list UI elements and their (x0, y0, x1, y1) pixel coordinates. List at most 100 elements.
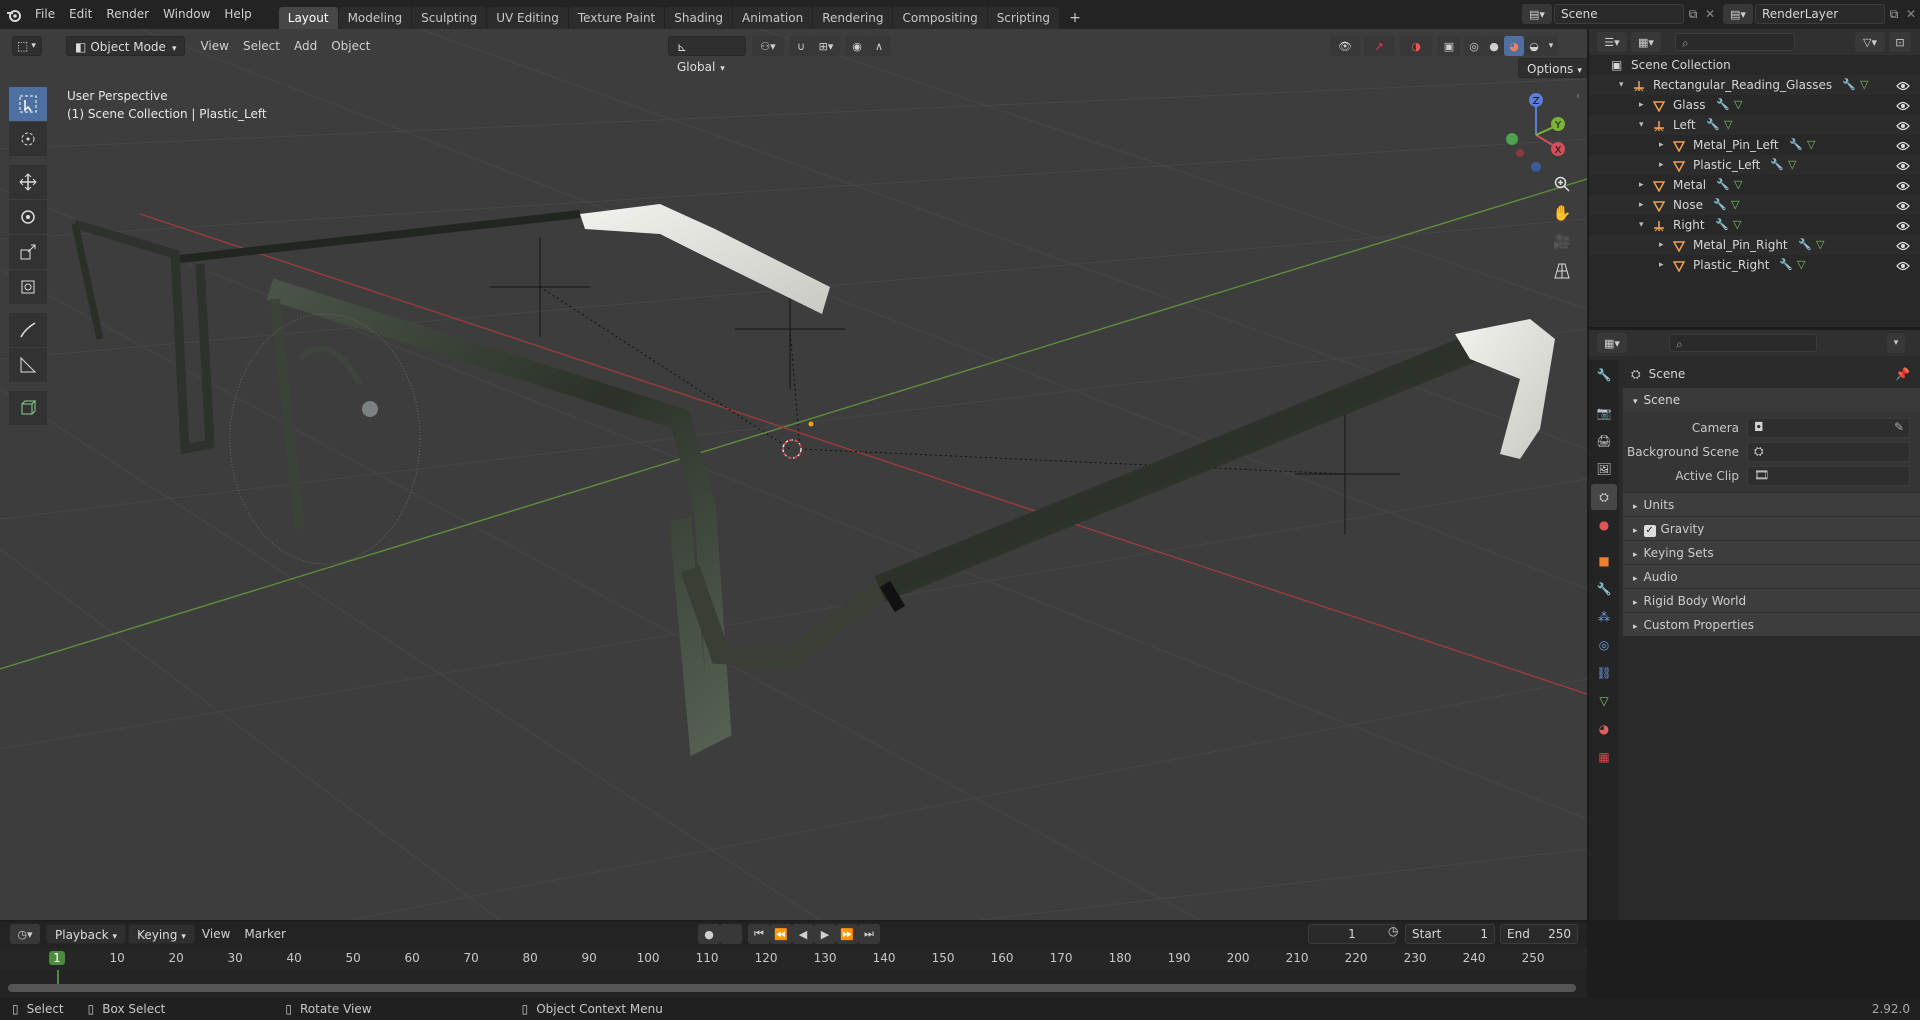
play-reverse-icon[interactable]: ◀ (792, 924, 814, 944)
transform-tool[interactable] (9, 270, 47, 304)
mesh-data-icon[interactable]: ▽ (1724, 115, 1732, 135)
tab-scripting[interactable]: Scripting (987, 7, 1060, 29)
tab-modeling[interactable]: Modeling (338, 7, 412, 29)
expand-arrow-icon[interactable]: ▸ (1659, 255, 1664, 275)
annotate-tool[interactable] (9, 313, 47, 347)
pan-hand-icon[interactable]: ✋ (1549, 200, 1575, 226)
display-mode-icon[interactable]: ▦▾ (1631, 32, 1661, 52)
shading-rendered-icon[interactable]: ◒ (1524, 36, 1544, 56)
modifier-wrench-icon[interactable]: 🔧 (1798, 235, 1812, 255)
mesh-data-icon[interactable]: ▽ (1797, 255, 1805, 275)
active-clip-field[interactable]: 🎞 (1747, 466, 1910, 486)
background-scene-field[interactable]: ⛭ (1747, 442, 1910, 462)
proportional-edit-icon[interactable]: ◉ (846, 36, 868, 56)
gravity-checkbox[interactable]: ✓ (1643, 525, 1656, 537)
mesh-data-icon[interactable]: ▽ (1807, 135, 1815, 155)
3d-viewport[interactable]: ⬚ ▾ ◧ Object Mode ▾ View Select Add Object … (0, 29, 1587, 920)
scene-browse-icon[interactable]: ▤▾ (1522, 4, 1552, 24)
jump-start-icon[interactable]: ⏮ (748, 924, 770, 944)
visibility-eye-icon[interactable] (1896, 258, 1910, 278)
modifier-wrench-icon[interactable]: 🔧 (1706, 115, 1720, 135)
expand-arrow-icon[interactable]: ▸ (1639, 195, 1644, 215)
outliner-row[interactable]: ▸ Glass 🔧 ▽ (1589, 95, 1920, 115)
mode-dropdown[interactable]: ◧ Object Mode ▾ (66, 36, 186, 56)
tool-tab-icon[interactable]: 🔧 (1591, 362, 1617, 388)
modifier-wrench-icon[interactable]: 🔧 (1716, 175, 1730, 195)
view-layer-copy-icon[interactable]: ⧉ (1885, 7, 1903, 22)
properties-search-input[interactable]: ⌕ (1669, 334, 1817, 352)
menu-file[interactable]: File (28, 0, 62, 29)
viewport-menu-select[interactable]: Select (236, 36, 287, 56)
rotate-tool[interactable] (9, 200, 47, 234)
modifier-wrench-icon[interactable]: 🔧 (1779, 255, 1793, 275)
units-panel-header[interactable]: ▸ Units (1623, 492, 1920, 516)
prev-keyframe-icon[interactable]: ⏪ (770, 924, 792, 944)
timeline-menu-view[interactable]: View (195, 924, 237, 944)
expand-arrow-icon[interactable]: ▸ (1659, 155, 1664, 175)
render-tab-icon[interactable]: 📷 (1591, 400, 1617, 426)
gizmo-toggle-icon[interactable]: ↗ (1364, 36, 1394, 56)
tab-rendering[interactable]: Rendering (813, 7, 893, 29)
mesh-data-icon[interactable]: ▽ (1734, 95, 1742, 115)
view-layer-close-icon[interactable]: ✕ (1903, 7, 1919, 21)
play-icon[interactable]: ▶ (814, 924, 836, 944)
mesh-data-icon[interactable]: ▽ (1731, 195, 1739, 215)
timeline-menu-marker[interactable]: Marker (237, 924, 292, 944)
expand-arrow-icon[interactable]: ▸ (1639, 175, 1644, 195)
outliner-row[interactable]: ▸ Plastic_Left 🔧 ▽ (1589, 155, 1920, 175)
collapse-arrow-icon[interactable]: ▾ (1639, 215, 1644, 235)
mesh-data-tab-icon[interactable]: ▽ (1591, 688, 1617, 714)
outliner-row[interactable]: ▾ Right 🔧 ▽ (1589, 215, 1920, 235)
viewport-menu-add[interactable]: Add (287, 36, 324, 56)
outliner-row[interactable]: ▸ Metal_Pin_Left 🔧 ▽ (1589, 135, 1920, 155)
shading-material-icon[interactable]: ◕ (1504, 36, 1524, 56)
jump-end-icon[interactable]: ⏭ (858, 924, 880, 944)
expand-arrow-icon[interactable]: ▸ (1659, 235, 1664, 255)
scale-tool[interactable] (9, 235, 47, 269)
pivot-point-icon[interactable]: ⚇▾ (752, 36, 784, 56)
view-layer-tab-icon[interactable]: 🖼 (1591, 456, 1617, 482)
scene-close-icon[interactable]: ✕ (1702, 7, 1718, 21)
texture-tab-icon[interactable]: ▦ (1591, 744, 1617, 770)
outliner-editor-type-icon[interactable]: ☰▾ (1597, 32, 1627, 52)
falloff-icon[interactable]: ∧ (868, 36, 890, 56)
collapse-sidebar-icon[interactable]: ‹ (1576, 91, 1580, 102)
scene-copy-icon[interactable]: ⧉ (1684, 7, 1702, 22)
outliner-row[interactable]: ▸ Metal_Pin_Right 🔧 ▽ (1589, 235, 1920, 255)
scene-tab-icon[interactable]: ⛭ (1591, 484, 1617, 510)
gravity-panel-header[interactable]: ▸ ✓ Gravity (1623, 516, 1920, 540)
outliner-row[interactable]: ▸ Nose 🔧 ▽ (1589, 195, 1920, 215)
properties-options-icon[interactable]: ▾ (1887, 333, 1905, 353)
scene-name-field[interactable]: Scene (1554, 4, 1684, 24)
timeline-editor-type-icon[interactable]: ◷▾ (10, 924, 40, 944)
world-tab-icon[interactable]: ● (1591, 512, 1617, 538)
playhead-line[interactable] (57, 970, 59, 984)
output-tab-icon[interactable]: 🖨 (1591, 428, 1617, 454)
menu-render[interactable]: Render (99, 0, 156, 29)
rigid-body-world-panel-header[interactable]: ▸ Rigid Body World (1623, 588, 1920, 612)
mesh-data-icon[interactable]: ▽ (1788, 155, 1796, 175)
move-tool[interactable] (9, 165, 47, 199)
modifier-wrench-icon[interactable]: 🔧 (1842, 75, 1856, 95)
audio-panel-header[interactable]: ▸ Audio (1623, 564, 1920, 588)
keying-dropdown[interactable]: Keying ▾ (128, 924, 195, 944)
record-icon[interactable]: ● (698, 924, 720, 944)
outliner-row[interactable]: ▸ Metal 🔧 ▽ (1589, 175, 1920, 195)
outliner-search-input[interactable]: ⌕ (1675, 33, 1795, 51)
modifier-wrench-icon[interactable]: 🔧 (1770, 155, 1784, 175)
options-dropdown[interactable]: Options ▾ (1518, 58, 1587, 78)
timeline-scrollbar[interactable] (8, 984, 1576, 992)
constraints-tab-icon[interactable]: ⛓ (1591, 660, 1617, 686)
shading-solid-icon[interactable]: ● (1484, 36, 1504, 56)
modifier-wrench-icon[interactable]: 🔧 (1715, 215, 1729, 235)
new-collection-icon[interactable]: ⊡ (1889, 32, 1911, 52)
collapse-arrow-icon[interactable]: ▾ (1619, 75, 1624, 95)
physics-tab-icon[interactable]: ◎ (1591, 632, 1617, 658)
current-frame-field[interactable]: 1 (1308, 924, 1396, 944)
menu-help[interactable]: Help (217, 0, 258, 29)
auto-key-options-icon[interactable] (720, 924, 742, 944)
menu-edit[interactable]: Edit (62, 0, 99, 29)
modifiers-tab-icon[interactable]: 🔧 (1591, 576, 1617, 602)
mesh-data-icon[interactable]: ▽ (1733, 215, 1741, 235)
view-layer-field[interactable]: RenderLayer (1755, 4, 1885, 24)
